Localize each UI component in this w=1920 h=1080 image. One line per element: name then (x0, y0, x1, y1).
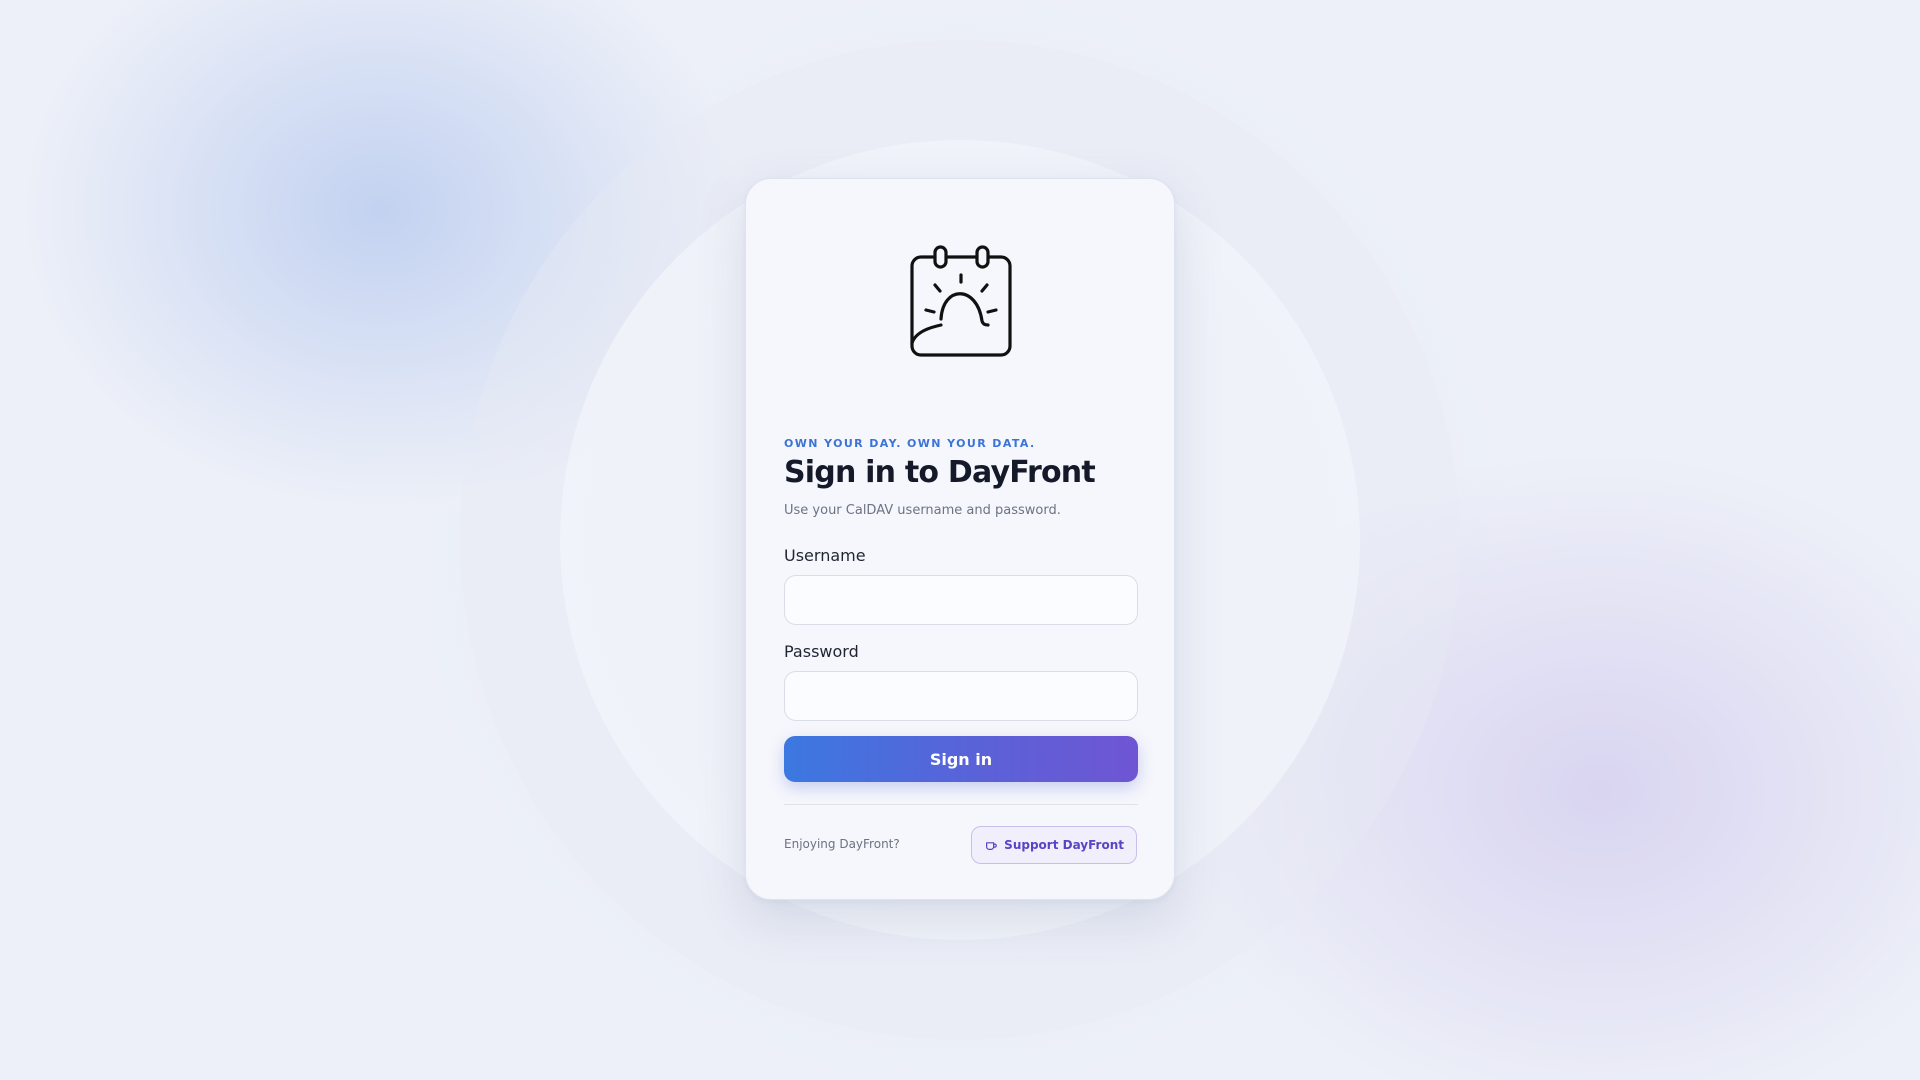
page-title: Sign in to DayFront (784, 455, 1096, 490)
page-subtitle: Use your CalDAV username and password. (784, 503, 1061, 518)
coffee-cup-icon (984, 838, 998, 852)
password-label: Password (784, 642, 859, 661)
calendar-sunrise-icon (896, 237, 1026, 367)
support-button-label: Support DayFront (1004, 838, 1124, 852)
footer-prompt: Enjoying DayFront? (784, 837, 900, 851)
tagline: OWN YOUR DAY. OWN YOUR DATA. (784, 437, 1036, 450)
sign-in-button[interactable]: Sign in (784, 736, 1138, 782)
login-card: OWN YOUR DAY. OWN YOUR DATA. Sign in to … (745, 178, 1175, 900)
divider (784, 804, 1138, 805)
password-input[interactable] (784, 671, 1138, 721)
support-button[interactable]: Support DayFront (971, 826, 1137, 864)
username-label: Username (784, 546, 866, 565)
username-input[interactable] (784, 575, 1138, 625)
